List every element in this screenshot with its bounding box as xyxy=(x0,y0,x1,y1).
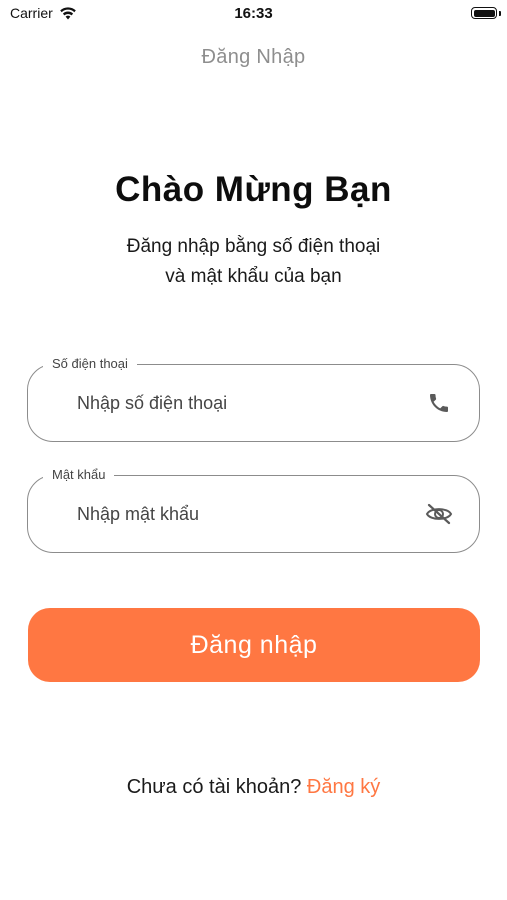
password-field-label: Mật khẩu xyxy=(43,466,115,484)
welcome-subtitle: Đăng nhập bằng số điện thoại và mật khẩu… xyxy=(40,232,467,292)
register-prompt: Chưa có tài khoản? Đăng ký xyxy=(0,776,507,799)
subtitle-line-2: và mật khẩu của bạn xyxy=(165,266,342,287)
welcome-title: Chào Mừng Bạn xyxy=(115,170,392,209)
password-input[interactable] xyxy=(77,499,397,529)
nav-title: Đăng Nhập xyxy=(201,46,306,68)
register-prompt-text: Chưa có tài khoản? xyxy=(126,776,302,798)
phone-field-label: Số điện thoại xyxy=(43,355,137,373)
status-bar-time: 16:33 xyxy=(234,5,273,22)
battery-icon xyxy=(471,7,497,19)
eye-off-icon[interactable] xyxy=(424,499,454,529)
phone-icon[interactable] xyxy=(424,388,454,418)
phone-input[interactable] xyxy=(77,388,397,418)
login-button[interactable]: Đăng nhập xyxy=(28,608,480,682)
register-link[interactable]: Đăng ký xyxy=(307,776,380,798)
battery-cap xyxy=(499,11,501,16)
subtitle-line-1: Đăng nhập bằng số điện thoại xyxy=(126,236,381,257)
